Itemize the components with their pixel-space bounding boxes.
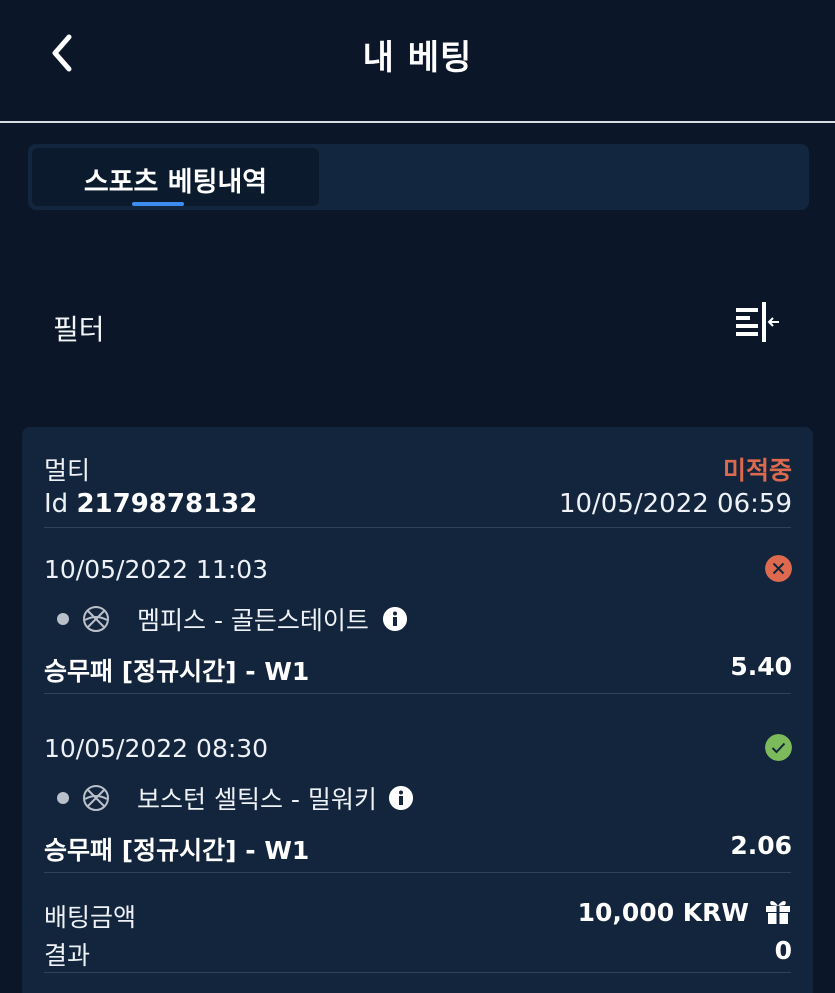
filter-label: 필터 — [53, 313, 105, 346]
divider — [44, 872, 791, 873]
divider — [44, 693, 791, 694]
odds-value: 5.40 — [730, 652, 792, 681]
market-label: 승무패 [정규시간] - W1 — [44, 657, 310, 686]
odds-value: 2.06 — [730, 831, 792, 860]
info-icon[interactable] — [383, 607, 407, 631]
bet-id-value: 2179878132 — [76, 489, 258, 519]
result-label: 결과 — [44, 941, 91, 970]
bet-type: 멀티 — [44, 456, 91, 485]
tab-sports-betting-history[interactable]: 스포츠 베팅내역 — [32, 148, 319, 206]
basketball-icon — [83, 785, 109, 811]
bet-id-prefix: Id — [44, 489, 69, 519]
won-check-icon — [765, 734, 792, 761]
stake-value: 10,000 KRW — [577, 898, 749, 927]
bet-id: Id 2179878132 — [44, 489, 257, 519]
tab-label: 스포츠 베팅내역 — [83, 167, 268, 198]
tab-bar: 스포츠 베팅내역 — [28, 144, 809, 210]
status-dot — [57, 792, 69, 804]
bet-status-badge: 미적중 — [722, 456, 792, 485]
match-name: 보스턴 셀틱스 - 밀워키 — [137, 785, 377, 814]
divider — [44, 972, 791, 973]
match-name: 멤피스 - 골든스테이트 — [137, 606, 369, 635]
filter-toggle-icon[interactable] — [732, 300, 782, 346]
info-icon[interactable] — [389, 786, 413, 810]
lost-x-icon — [765, 555, 792, 582]
stake-label: 배팅금액 — [44, 903, 137, 932]
market-label: 승무패 [정규시간] - W1 — [44, 836, 310, 865]
result-value: 0 — [774, 936, 792, 965]
divider — [44, 527, 791, 528]
selection-date: 10/05/2022 08:30 — [44, 734, 269, 763]
page-title: 내 베팅 — [362, 38, 473, 78]
basketball-icon — [83, 606, 109, 632]
bet-datetime: 10/05/2022 06:59 — [558, 489, 792, 519]
bet-card[interactable]: 멀티 미적중 Id 2179878132 10/05/2022 06:59 10… — [22, 427, 813, 993]
active-tab-indicator — [132, 202, 184, 206]
top-bar: 내 베팅 — [0, 0, 835, 123]
selection-date: 10/05/2022 11:03 — [44, 555, 269, 584]
gift-icon[interactable] — [764, 897, 792, 925]
status-dot — [57, 613, 69, 625]
